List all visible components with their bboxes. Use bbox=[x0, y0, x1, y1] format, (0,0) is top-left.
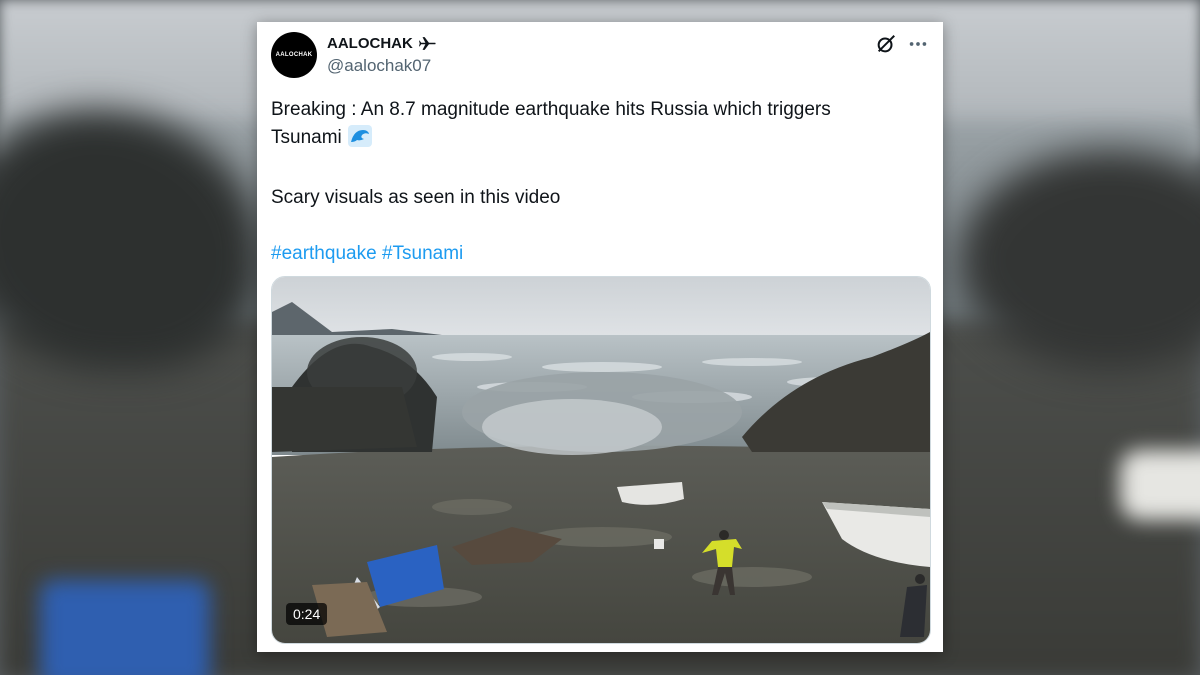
avatar[interactable]: AALOCHAK bbox=[271, 32, 317, 78]
tweet-card: AALOCHAK AALOCHAK @aalochak07 Breaking :… bbox=[257, 22, 943, 652]
video-frame bbox=[272, 277, 930, 643]
grok-icon[interactable] bbox=[875, 33, 897, 55]
airplane-icon bbox=[418, 36, 436, 51]
tweet-line-2: Tsunami bbox=[271, 127, 342, 148]
author-name-row[interactable]: AALOCHAK bbox=[327, 35, 436, 52]
more-options-icon[interactable] bbox=[907, 33, 929, 55]
water-wave-icon bbox=[347, 125, 372, 156]
display-name[interactable]: AALOCHAK bbox=[327, 35, 413, 52]
avatar-text: AALOCHAK bbox=[275, 52, 313, 58]
hashtag-earthquake[interactable]: #earthquake bbox=[271, 243, 377, 264]
author-handle[interactable]: @aalochak07 bbox=[327, 56, 431, 76]
tweet-text: Breaking : An 8.7 magnitude earthquake h… bbox=[271, 96, 911, 268]
video-player[interactable]: 0:24 bbox=[271, 276, 931, 644]
video-duration: 0:24 bbox=[286, 603, 328, 625]
tweet-line-1: Breaking : An 8.7 magnitude earthquake h… bbox=[271, 99, 831, 120]
tweet-line-3: Scary visuals as seen in this video bbox=[271, 187, 561, 208]
hashtag-tsunami[interactable]: #Tsunami bbox=[382, 243, 463, 264]
